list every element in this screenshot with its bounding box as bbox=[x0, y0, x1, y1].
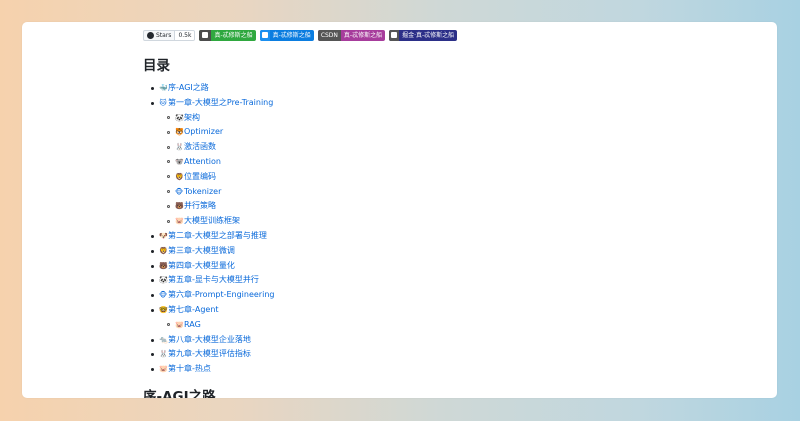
toc-subitem[interactable]: 🦁位置编码 bbox=[166, 170, 274, 185]
toc-link-chapter-4[interactable]: 第四章-大模型量化 bbox=[168, 261, 235, 270]
koala-icon: 🐨 bbox=[175, 157, 184, 166]
stars-count: 0.5k bbox=[175, 30, 195, 40]
monkey-icon: 🐵 bbox=[159, 291, 168, 300]
monkey-icon: 🐵 bbox=[175, 187, 184, 196]
whale-icon: 🐳 bbox=[159, 84, 168, 92]
toc-subitem[interactable]: 🐻并行策略 bbox=[166, 199, 274, 214]
pig-icon: 🐷 bbox=[159, 365, 168, 374]
toc-link-chapter-10[interactable]: 第十章-热点 bbox=[168, 364, 211, 373]
toc-link-chapter-5[interactable]: 第五章-显卡与大模型并行 bbox=[168, 275, 259, 284]
github-icon bbox=[147, 31, 154, 39]
rabbit-icon: 🐰 bbox=[159, 350, 168, 359]
toc-item[interactable]: 🐶第二章-大模型之部署与推理 bbox=[150, 229, 274, 244]
toc-subitem[interactable]: 🐵Tokenizer bbox=[166, 185, 274, 200]
bear-icon: 🐻 bbox=[159, 261, 168, 270]
toc-sublist-chapter-7: 🐷RAG bbox=[159, 318, 274, 333]
panda-icon: 🐼 bbox=[159, 276, 168, 285]
juejin-badge[interactable]: 掘金·真-忒修斯之船 bbox=[389, 29, 458, 41]
readme-card: Stars 0.5k 真-忒修斯之船 真-忒修斯之船 CSDN 真-忒修斯之船 … bbox=[22, 22, 777, 398]
toc-link-chapter-6[interactable]: 第六章-Prompt-Engineering bbox=[168, 290, 274, 299]
readme-content: Stars 0.5k 真-忒修斯之船 真-忒修斯之船 CSDN 真-忒修斯之船 … bbox=[143, 29, 763, 398]
wechat-badge[interactable]: 真-忒修斯之船 bbox=[199, 29, 256, 41]
juejin-icon bbox=[391, 32, 398, 38]
toc-link-tokenizer[interactable]: Tokenizer bbox=[184, 187, 221, 196]
tiger-icon: 🐯 bbox=[175, 128, 184, 137]
zhihu-badge-text: 真-忒修斯之船 bbox=[272, 31, 311, 39]
toc-link-position-encoding[interactable]: 位置编码 bbox=[184, 172, 216, 181]
toc-subitem[interactable]: 🐯Optimizer bbox=[166, 125, 274, 140]
toc-subitem[interactable]: 🐷大模型训练框架 bbox=[166, 214, 274, 229]
zhihu-badge[interactable]: 真-忒修斯之船 bbox=[259, 29, 314, 41]
pig-icon: 🐷 bbox=[175, 320, 184, 329]
toc-item[interactable]: 🐀第八章-大模型企业落地 bbox=[150, 333, 274, 348]
rabbit-icon: 🐰 bbox=[175, 143, 184, 152]
toc-item[interactable]: 🐳序-AGI之路 bbox=[150, 81, 274, 96]
toc-item[interactable]: 🐱第一章-大模型之Pre-Training 🐼架构 🐯Optimizer 🐰激活… bbox=[150, 96, 274, 229]
toc-item[interactable]: 🐵第六章-Prompt-Engineering bbox=[150, 288, 274, 303]
nerd-face-icon: 🤓 bbox=[159, 305, 168, 314]
toc-link-chapter-2[interactable]: 第二章-大模型之部署与推理 bbox=[168, 231, 267, 240]
toc-link-chapter-9[interactable]: 第九章-大模型评估指标 bbox=[168, 349, 251, 358]
toc-link-architecture[interactable]: 架构 bbox=[184, 113, 200, 122]
lion-icon: 🦁 bbox=[159, 246, 168, 255]
section-heading-prologue: 序-AGI之路 bbox=[143, 389, 216, 398]
toc-link-rag[interactable]: RAG bbox=[184, 320, 201, 329]
csdn-badge-text: 真-忒修斯之船 bbox=[343, 31, 383, 39]
wechat-icon bbox=[202, 32, 209, 38]
rat-icon: 🐀 bbox=[159, 335, 168, 344]
juejin-badge-text: 掘金·真-忒修斯之船 bbox=[402, 31, 455, 39]
toc-link-chapter-7[interactable]: 第七章-Agent bbox=[168, 305, 219, 314]
toc-list: 🐳序-AGI之路 🐱第一章-大模型之Pre-Training 🐼架构 🐯Opti… bbox=[143, 81, 274, 377]
toc-link-optimizer[interactable]: Optimizer bbox=[184, 127, 223, 136]
toc-link-attention[interactable]: Attention bbox=[184, 157, 221, 166]
toc-link-prologue[interactable]: 序-AGI之路 bbox=[168, 83, 209, 92]
lion-icon: 🦁 bbox=[175, 172, 184, 181]
pig-icon: 🐷 bbox=[175, 217, 184, 226]
toc-link-chapter-8[interactable]: 第八章-大模型企业落地 bbox=[168, 335, 251, 344]
bear-icon: 🐻 bbox=[175, 202, 184, 211]
toc-link-chapter-3[interactable]: 第三章-大模型微调 bbox=[168, 246, 235, 255]
zhihu-icon bbox=[261, 32, 268, 38]
toc-heading: 目录 bbox=[143, 58, 170, 74]
wechat-badge-text: 真-忒修斯之船 bbox=[214, 31, 253, 39]
stars-label: Stars bbox=[156, 31, 172, 39]
toc-item[interactable]: 🐰第九章-大模型评估指标 bbox=[150, 347, 274, 362]
panda-icon: 🐼 bbox=[175, 113, 184, 122]
dog-icon: 🐶 bbox=[159, 231, 168, 240]
badge-row: Stars 0.5k 真-忒修斯之船 真-忒修斯之船 CSDN 真-忒修斯之船 … bbox=[143, 29, 763, 41]
csdn-badge-left: CSDN bbox=[317, 29, 341, 41]
toc-item[interactable]: 🐻第四章-大模型量化 bbox=[150, 259, 274, 274]
toc-subitem[interactable]: 🐼架构 bbox=[166, 111, 274, 126]
toc-link-chapter-1[interactable]: 第一章-大模型之Pre-Training bbox=[168, 98, 273, 107]
csdn-badge[interactable]: CSDN 真-忒修斯之船 bbox=[317, 29, 386, 41]
toc-item[interactable]: 🤓第七章-Agent 🐷RAG bbox=[150, 303, 274, 333]
toc-item[interactable]: 🦁第三章-大模型微调 bbox=[150, 244, 274, 259]
toc-sublist-chapter-1: 🐼架构 🐯Optimizer 🐰激活函数 🐨Attention 🦁位置编码 🐵T… bbox=[159, 111, 274, 229]
toc-subitem[interactable]: 🐷RAG bbox=[166, 318, 274, 333]
toc-link-training-framework[interactable]: 大模型训练框架 bbox=[184, 216, 240, 225]
toc-item[interactable]: 🐼第五章-显卡与大模型并行 bbox=[150, 273, 274, 288]
toc-subitem[interactable]: 🐨Attention bbox=[166, 155, 274, 170]
toc-item[interactable]: 🐷第十章-热点 bbox=[150, 362, 274, 377]
toc-link-parallel-strategy[interactable]: 并行策略 bbox=[184, 201, 216, 210]
background-strip bbox=[0, 398, 800, 421]
cat-icon: 🐱 bbox=[159, 98, 167, 107]
toc-link-activation[interactable]: 激活函数 bbox=[184, 142, 216, 151]
github-stars-badge[interactable]: Stars 0.5k bbox=[143, 29, 196, 41]
toc-subitem[interactable]: 🐰激活函数 bbox=[166, 140, 274, 155]
